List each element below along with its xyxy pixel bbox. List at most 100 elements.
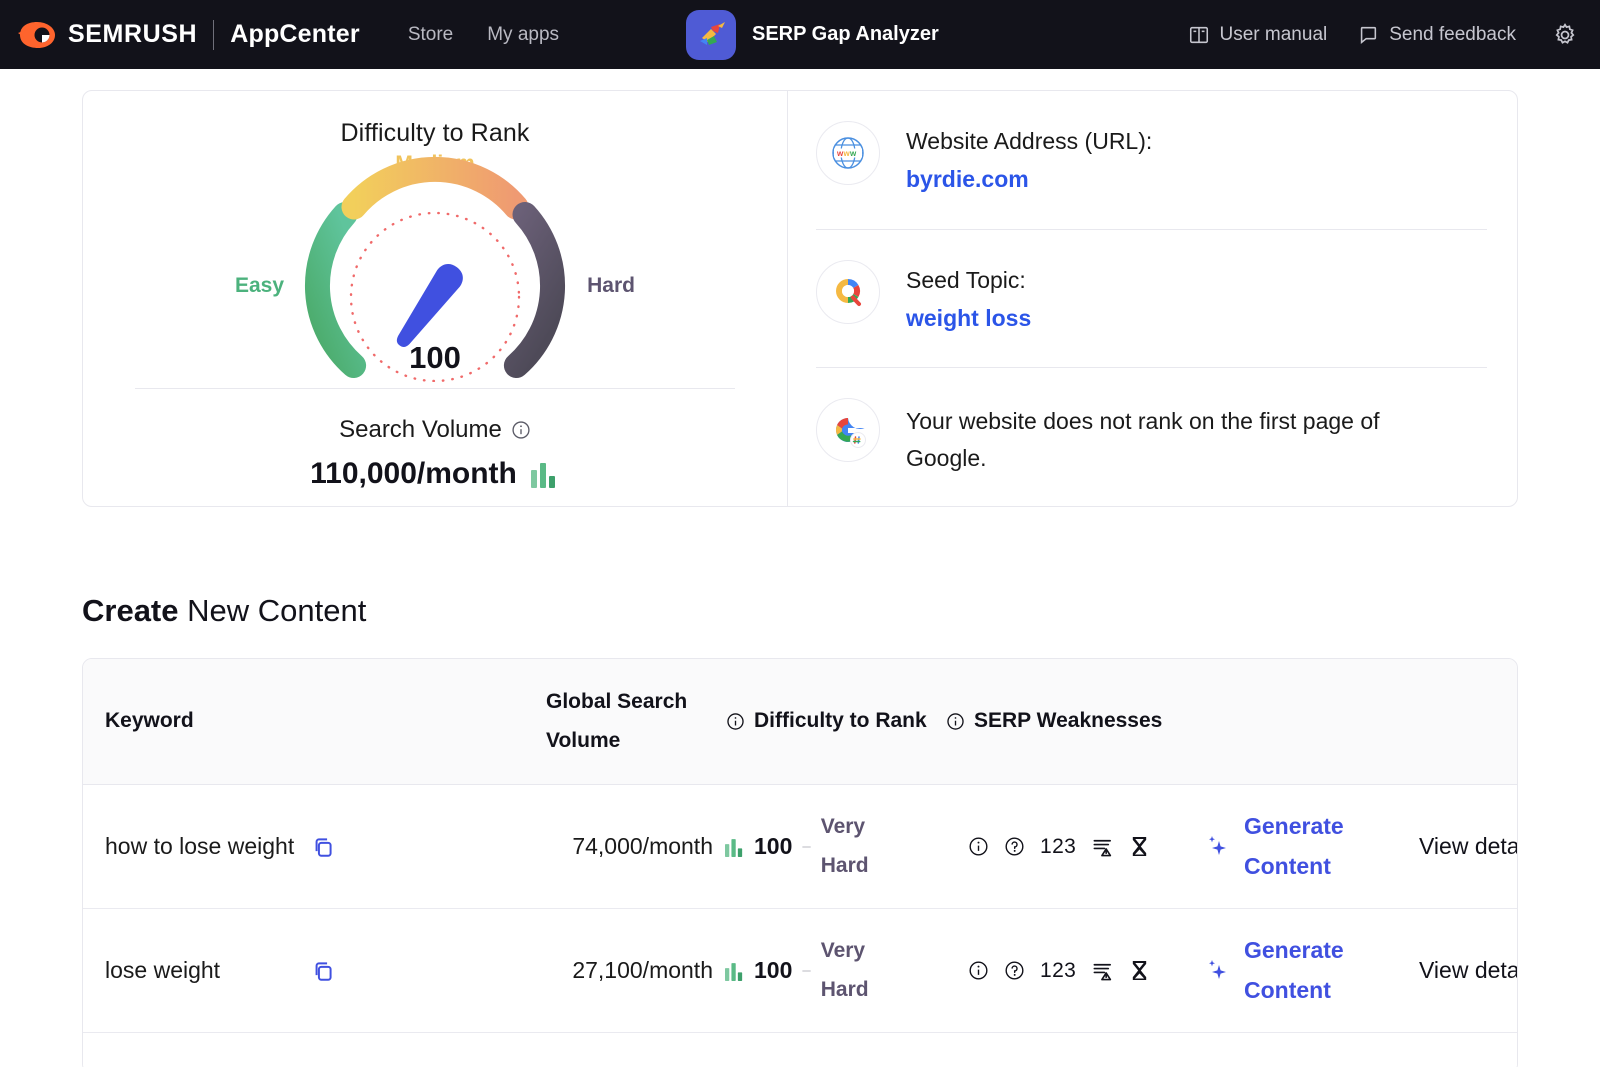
bar-chart-icon	[724, 961, 746, 981]
difficulty-dash: –	[802, 838, 810, 855]
app-name-label: SERP Gap Analyzer	[752, 23, 939, 46]
gear-icon	[1552, 22, 1578, 48]
page-content: Difficulty to Rank Medium Easy Hard	[0, 90, 1600, 1067]
cell-generate-content: Generate Content	[1204, 807, 1419, 885]
difficulty-score: 100	[754, 957, 792, 984]
header-cell-keyword: Keyword	[83, 702, 526, 741]
seed-topic-value-link[interactable]: weight loss	[906, 305, 1031, 332]
search-volume-value-group: 110,000/month	[310, 457, 560, 491]
info-row-seed-topic: Seed Topic: weight loss	[816, 229, 1487, 368]
brand-divider	[213, 20, 214, 50]
app-title-group: SERP Gap Analyzer	[686, 10, 939, 60]
question-icon[interactable]	[1004, 836, 1025, 857]
copy-icon[interactable]	[309, 833, 337, 861]
difficulty-dash: –	[802, 962, 810, 979]
keyword-text: lose weight	[105, 951, 295, 990]
info-icon[interactable]	[968, 836, 989, 857]
website-url-link[interactable]: byrdie.com	[906, 166, 1029, 193]
gauge-title: Difficulty to Rank	[341, 119, 530, 148]
table-row[interactable]: how to lose weight 74,000/month	[83, 785, 1517, 909]
svg-text:w: w	[849, 149, 857, 158]
header-serp-label: SERP Weaknesses	[974, 702, 1162, 741]
semrush-logo-icon	[18, 20, 58, 50]
appcenter-label: AppCenter	[230, 20, 360, 49]
generate-content-link[interactable]: Generate Content	[1244, 931, 1374, 1009]
gauge-score-value: 100	[235, 340, 635, 376]
header-volume-line1: Global Search	[546, 683, 746, 722]
info-icon[interactable]	[968, 960, 989, 981]
bar-chart-icon	[530, 460, 560, 488]
sparkles-icon	[1204, 957, 1232, 985]
info-text-seed-topic: Seed Topic: weight loss	[906, 260, 1031, 332]
cell-difficulty: 100 – Very Hard	[746, 808, 946, 886]
summary-card: Difficulty to Rank Medium Easy Hard	[82, 90, 1518, 507]
hourglass-icon[interactable]	[1129, 959, 1150, 982]
create-new-content-title: Create New Content	[82, 593, 1600, 629]
view-details-link[interactable]: View details	[1419, 957, 1518, 984]
top-navigation-bar: SEMRUSH AppCenter Store My apps SERP Gap…	[0, 0, 1600, 69]
bar-chart-icon	[724, 837, 746, 857]
header-cell-difficulty: Difficulty to Rank	[746, 702, 946, 741]
nav-right-actions: User manual Send feedback	[1188, 22, 1578, 48]
search-volume-label-group: Search Volume	[339, 416, 531, 444]
chat-icon	[1357, 24, 1379, 46]
hourglass-icon[interactable]	[1129, 835, 1150, 858]
volume-value: 27,100/month	[572, 957, 713, 984]
header-cell-serp: SERP Weaknesses	[946, 702, 1204, 741]
info-text-ranking-status: Your website does not rank on the first …	[906, 398, 1426, 477]
info-row-ranking-status: Your website does not rank on the first …	[816, 367, 1487, 506]
new-content-table: Keyword Global Search Volume Difficulty …	[82, 658, 1518, 1067]
info-text-website: Website Address (URL): byrdie.com	[906, 121, 1152, 193]
info-icon[interactable]	[726, 712, 745, 731]
settings-button[interactable]	[1552, 22, 1578, 48]
cell-view-details: View details	[1419, 833, 1518, 860]
serp-count-label: 123	[1040, 959, 1076, 983]
view-details-link[interactable]: View details	[1419, 833, 1518, 860]
seed-topic-label: Seed Topic:	[906, 265, 1031, 296]
ranking-status-message: Your website does not rank on the first …	[906, 403, 1426, 477]
site-info-pane: w w w Website Address (URL): byrdie.com	[788, 91, 1517, 506]
google-rank-icon	[816, 398, 880, 462]
google-search-icon	[816, 260, 880, 324]
header-cell-volume: Global Search Volume	[526, 683, 746, 761]
sparkles-icon	[1204, 833, 1232, 861]
copy-icon[interactable]	[309, 957, 337, 985]
create-new-content-title-rest: New Content	[179, 593, 367, 628]
user-manual-button[interactable]: User manual	[1188, 24, 1328, 46]
nav-links: Store My apps	[408, 24, 559, 46]
table-row[interactable]	[83, 1033, 1517, 1067]
volume-value: 74,000/month	[572, 833, 713, 860]
nav-link-store[interactable]: Store	[408, 24, 453, 46]
send-feedback-button[interactable]: Send feedback	[1357, 24, 1516, 46]
user-manual-label: User manual	[1220, 24, 1328, 46]
cell-keyword: how to lose weight	[83, 827, 526, 866]
search-volume-label: Search Volume	[339, 416, 502, 444]
serp-gap-analyzer-app-icon	[686, 10, 736, 60]
info-icon[interactable]	[511, 420, 531, 440]
table-row[interactable]: lose weight 27,100/month	[83, 909, 1517, 1033]
semrush-brand[interactable]: SEMRUSH AppCenter	[18, 20, 360, 50]
difficulty-gauge: Medium Easy Hard	[235, 152, 635, 382]
header-difficulty-label: Difficulty to Rank	[754, 702, 927, 741]
book-icon	[1188, 24, 1210, 46]
generate-content-link[interactable]: Generate Content	[1244, 807, 1374, 885]
keyword-text: how to lose weight	[105, 827, 295, 866]
send-feedback-label: Send feedback	[1389, 24, 1516, 46]
difficulty-label: Very Hard	[821, 808, 889, 886]
header-keyword-label: Keyword	[105, 702, 194, 741]
table-header-row: Keyword Global Search Volume Difficulty …	[83, 659, 1517, 785]
cell-difficulty: 100 – Very Hard	[746, 932, 946, 1010]
cell-volume: 74,000/month	[526, 833, 746, 860]
list-warning-icon[interactable]	[1091, 835, 1114, 858]
difficulty-score: 100	[754, 833, 792, 860]
info-icon[interactable]	[946, 712, 965, 731]
header-volume-line2: Volume	[546, 722, 746, 761]
gauge-divider	[135, 388, 735, 389]
search-volume-value: 110,000/month	[310, 457, 517, 491]
semrush-wordmark: SEMRUSH	[68, 20, 197, 49]
nav-link-my-apps[interactable]: My apps	[487, 24, 559, 46]
list-warning-icon[interactable]	[1091, 959, 1114, 982]
difficulty-label: Very Hard	[821, 932, 889, 1010]
question-icon[interactable]	[1004, 960, 1025, 981]
create-new-content-title-bold: Create	[82, 593, 179, 628]
